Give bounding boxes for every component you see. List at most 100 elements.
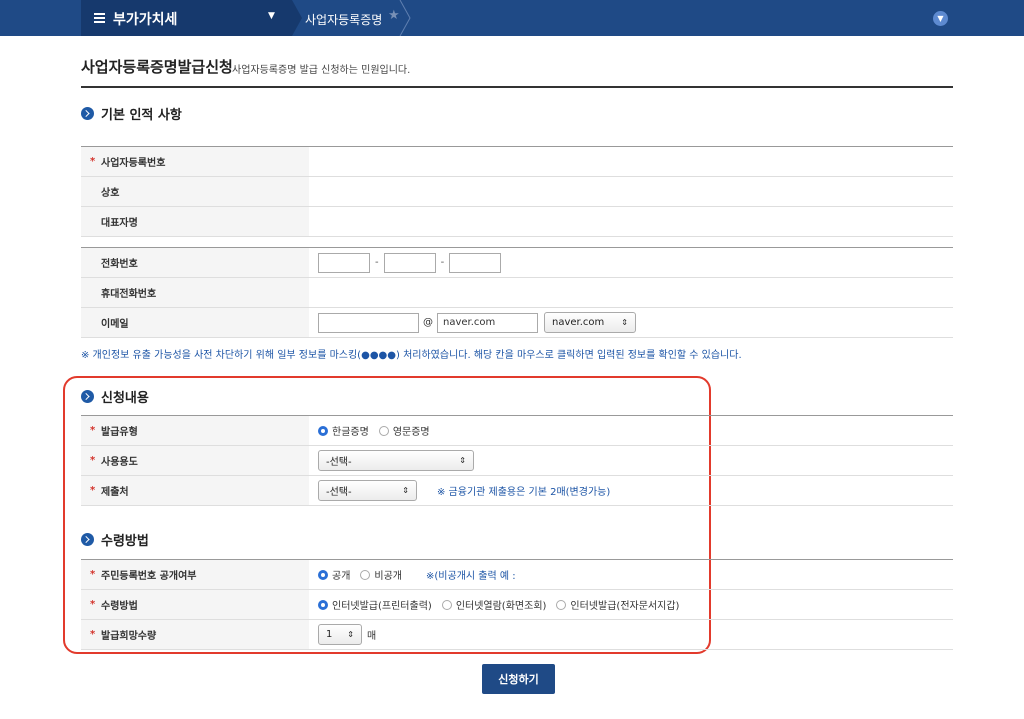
- mobile-value: [309, 278, 953, 307]
- biz-no-value: [309, 147, 953, 176]
- breadcrumb-end-chevron: [399, 0, 411, 36]
- email-fields: @ naver.com naver.com ⇕: [309, 308, 953, 337]
- section-bullet-icon: [81, 390, 94, 403]
- radio-view[interactable]: 인터넷열람(화면조회): [441, 597, 547, 612]
- quantity-select[interactable]: 1 ⇕: [318, 624, 362, 645]
- disclose-options: 공개 비공개 ※(비공개시 출력 예 :: [309, 560, 953, 589]
- radio-wallet[interactable]: 인터넷발급(전자문서지갑): [556, 597, 679, 612]
- apply-table: * 발급유형 한글증명 영문증명 * 사용용도 -선택- ⇕ * 제출처 -선택- ⇕ ※…: [81, 415, 953, 506]
- table-row: * 발급유형 한글증명 영문증명: [81, 416, 953, 446]
- table-row: * 제출처 -선택- ⇕ ※ 금융기관 제출용은 기본 2매(변경가능): [81, 476, 953, 506]
- phone-field-1[interactable]: [318, 252, 370, 273]
- radio-label: 인터넷발급(프린터출력): [332, 601, 432, 612]
- row-label: * 발급유형: [81, 416, 309, 445]
- table-row: 이메일 @ naver.com naver.com ⇕: [81, 308, 953, 338]
- title-divider: [81, 86, 953, 88]
- company-value: [309, 177, 953, 206]
- section-basic-info: 기본 인적 사항: [81, 104, 182, 123]
- section-receive: 수령방법: [81, 530, 149, 549]
- section-title: 수령방법: [101, 534, 149, 549]
- disclose-note: ※(비공개시 출력 예 :: [426, 571, 516, 582]
- radio-empty-icon: [556, 599, 567, 610]
- submit-to-select[interactable]: -선택- ⇕: [318, 480, 417, 501]
- radio-label: 인터넷발급(전자문서지갑): [570, 601, 680, 612]
- required-mark: *: [90, 156, 96, 167]
- table-row: * 사업자등록번호: [81, 147, 953, 177]
- menu-title[interactable]: 부가가치세: [113, 9, 177, 29]
- row-label: 전화번호: [81, 248, 309, 277]
- label-text: 발급희망수량: [101, 631, 157, 642]
- required-mark: *: [90, 599, 96, 610]
- section-title: 신청내용: [101, 391, 149, 406]
- table-row: 휴대전화번호: [81, 278, 953, 308]
- at-sign: @: [423, 317, 433, 328]
- qty-unit: 매: [367, 631, 377, 642]
- page-title: 사업자등록증명발급신청: [81, 58, 233, 76]
- table-row: * 수령방법 인터넷발급(프린터출력) 인터넷열람(화면조회) 인터넷발급(전자문…: [81, 590, 953, 620]
- phone-field-2[interactable]: [383, 252, 436, 273]
- radio-empty-icon: [378, 425, 389, 436]
- row-label: * 제출처: [81, 476, 309, 505]
- radio-selected-icon: [318, 425, 328, 436]
- phone-fields: - -: [309, 248, 953, 277]
- contact-table: 전화번호 - - 휴대전화번호 이메일 @ naver.com naver.co…: [81, 247, 953, 338]
- select-value: -선택-: [326, 457, 352, 468]
- submit-to-cell: -선택- ⇕ ※ 금융기관 제출용은 기본 2매(변경가능): [309, 476, 953, 505]
- radio-label: 인터넷열람(화면조회): [455, 601, 547, 612]
- select-value: naver.com: [552, 317, 605, 328]
- select-value: -선택-: [326, 487, 352, 498]
- row-label: 이메일: [81, 308, 309, 337]
- radio-disclose[interactable]: 공개: [318, 567, 350, 582]
- radio-korean[interactable]: 한글증명: [318, 423, 369, 438]
- row-label: * 사용용도: [81, 446, 309, 475]
- row-label: * 주민등록번호 공개여부: [81, 560, 309, 589]
- purpose-select[interactable]: -선택- ⇕: [318, 450, 474, 471]
- radio-nondisclose[interactable]: 비공개: [360, 567, 402, 582]
- radio-label: 영문증명: [392, 427, 430, 438]
- breadcrumb-separator: [292, 0, 302, 36]
- hamburger-icon[interactable]: [94, 13, 105, 23]
- table-row: 상호: [81, 177, 953, 207]
- expand-chevron-icon[interactable]: ▼: [933, 11, 948, 26]
- select-value: 1: [326, 629, 333, 640]
- receive-table: * 주민등록번호 공개여부 공개 비공개 ※(비공개시 출력 예 : * 수령방법 …: [81, 559, 953, 650]
- page-description: 사업자등록증명 발급 신청하는 민원입니다.: [232, 65, 411, 76]
- label-text: 제출처: [101, 487, 129, 498]
- breadcrumb-current[interactable]: 사업자등록증명: [305, 11, 382, 28]
- issue-type-options: 한글증명 영문증명: [309, 416, 953, 445]
- radio-print[interactable]: 인터넷발급(프린터출력): [318, 597, 432, 612]
- purpose-cell: -선택- ⇕: [309, 446, 953, 475]
- radio-empty-icon: [360, 569, 371, 580]
- radio-english[interactable]: 영문증명: [378, 423, 430, 438]
- label-text: 휴대전화번호: [101, 289, 157, 300]
- select-arrows-icon: ⇕: [402, 486, 409, 495]
- dash: -: [375, 257, 379, 268]
- label-text: 사용용도: [101, 457, 138, 468]
- label-text: 사업자등록번호: [101, 158, 166, 169]
- email-id-field[interactable]: [318, 312, 419, 333]
- required-mark: *: [90, 455, 96, 466]
- section-bullet-icon: [81, 533, 94, 546]
- basic-info-table: * 사업자등록번호 상호 대표자명: [81, 146, 953, 237]
- radio-empty-icon: [441, 599, 452, 610]
- email-domain-select[interactable]: naver.com ⇕: [544, 312, 636, 333]
- radio-selected-icon: [318, 569, 328, 580]
- table-row: * 사용용도 -선택- ⇕: [81, 446, 953, 476]
- label-text: 수령방법: [101, 601, 138, 612]
- submit-button[interactable]: 신청하기: [482, 664, 555, 694]
- phone-field-3[interactable]: [449, 252, 502, 273]
- email-domain-field[interactable]: naver.com: [437, 312, 538, 333]
- caret-down-icon[interactable]: ▼: [268, 11, 275, 21]
- radio-label: 한글증명: [332, 427, 369, 438]
- select-arrows-icon: ⇕: [621, 318, 628, 327]
- section-apply: 신청내용: [81, 387, 149, 406]
- top-nav-bar: 부가가치세 ▼ 사업자등록증명 ★ ▼: [0, 0, 1024, 36]
- select-arrows-icon: ⇕: [347, 630, 354, 639]
- label-text: 발급유형: [101, 427, 138, 438]
- method-options: 인터넷발급(프린터출력) 인터넷열람(화면조회) 인터넷발급(전자문서지갑): [309, 590, 953, 619]
- required-mark: *: [90, 425, 96, 436]
- select-arrows-icon: ⇕: [459, 456, 466, 465]
- radio-label: 공개: [332, 571, 351, 582]
- ceo-value: [309, 207, 953, 236]
- privacy-notice: ※ 개인정보 유출 가능성을 사전 차단하기 위해 일부 정보를 마스킹(●●●…: [81, 350, 742, 361]
